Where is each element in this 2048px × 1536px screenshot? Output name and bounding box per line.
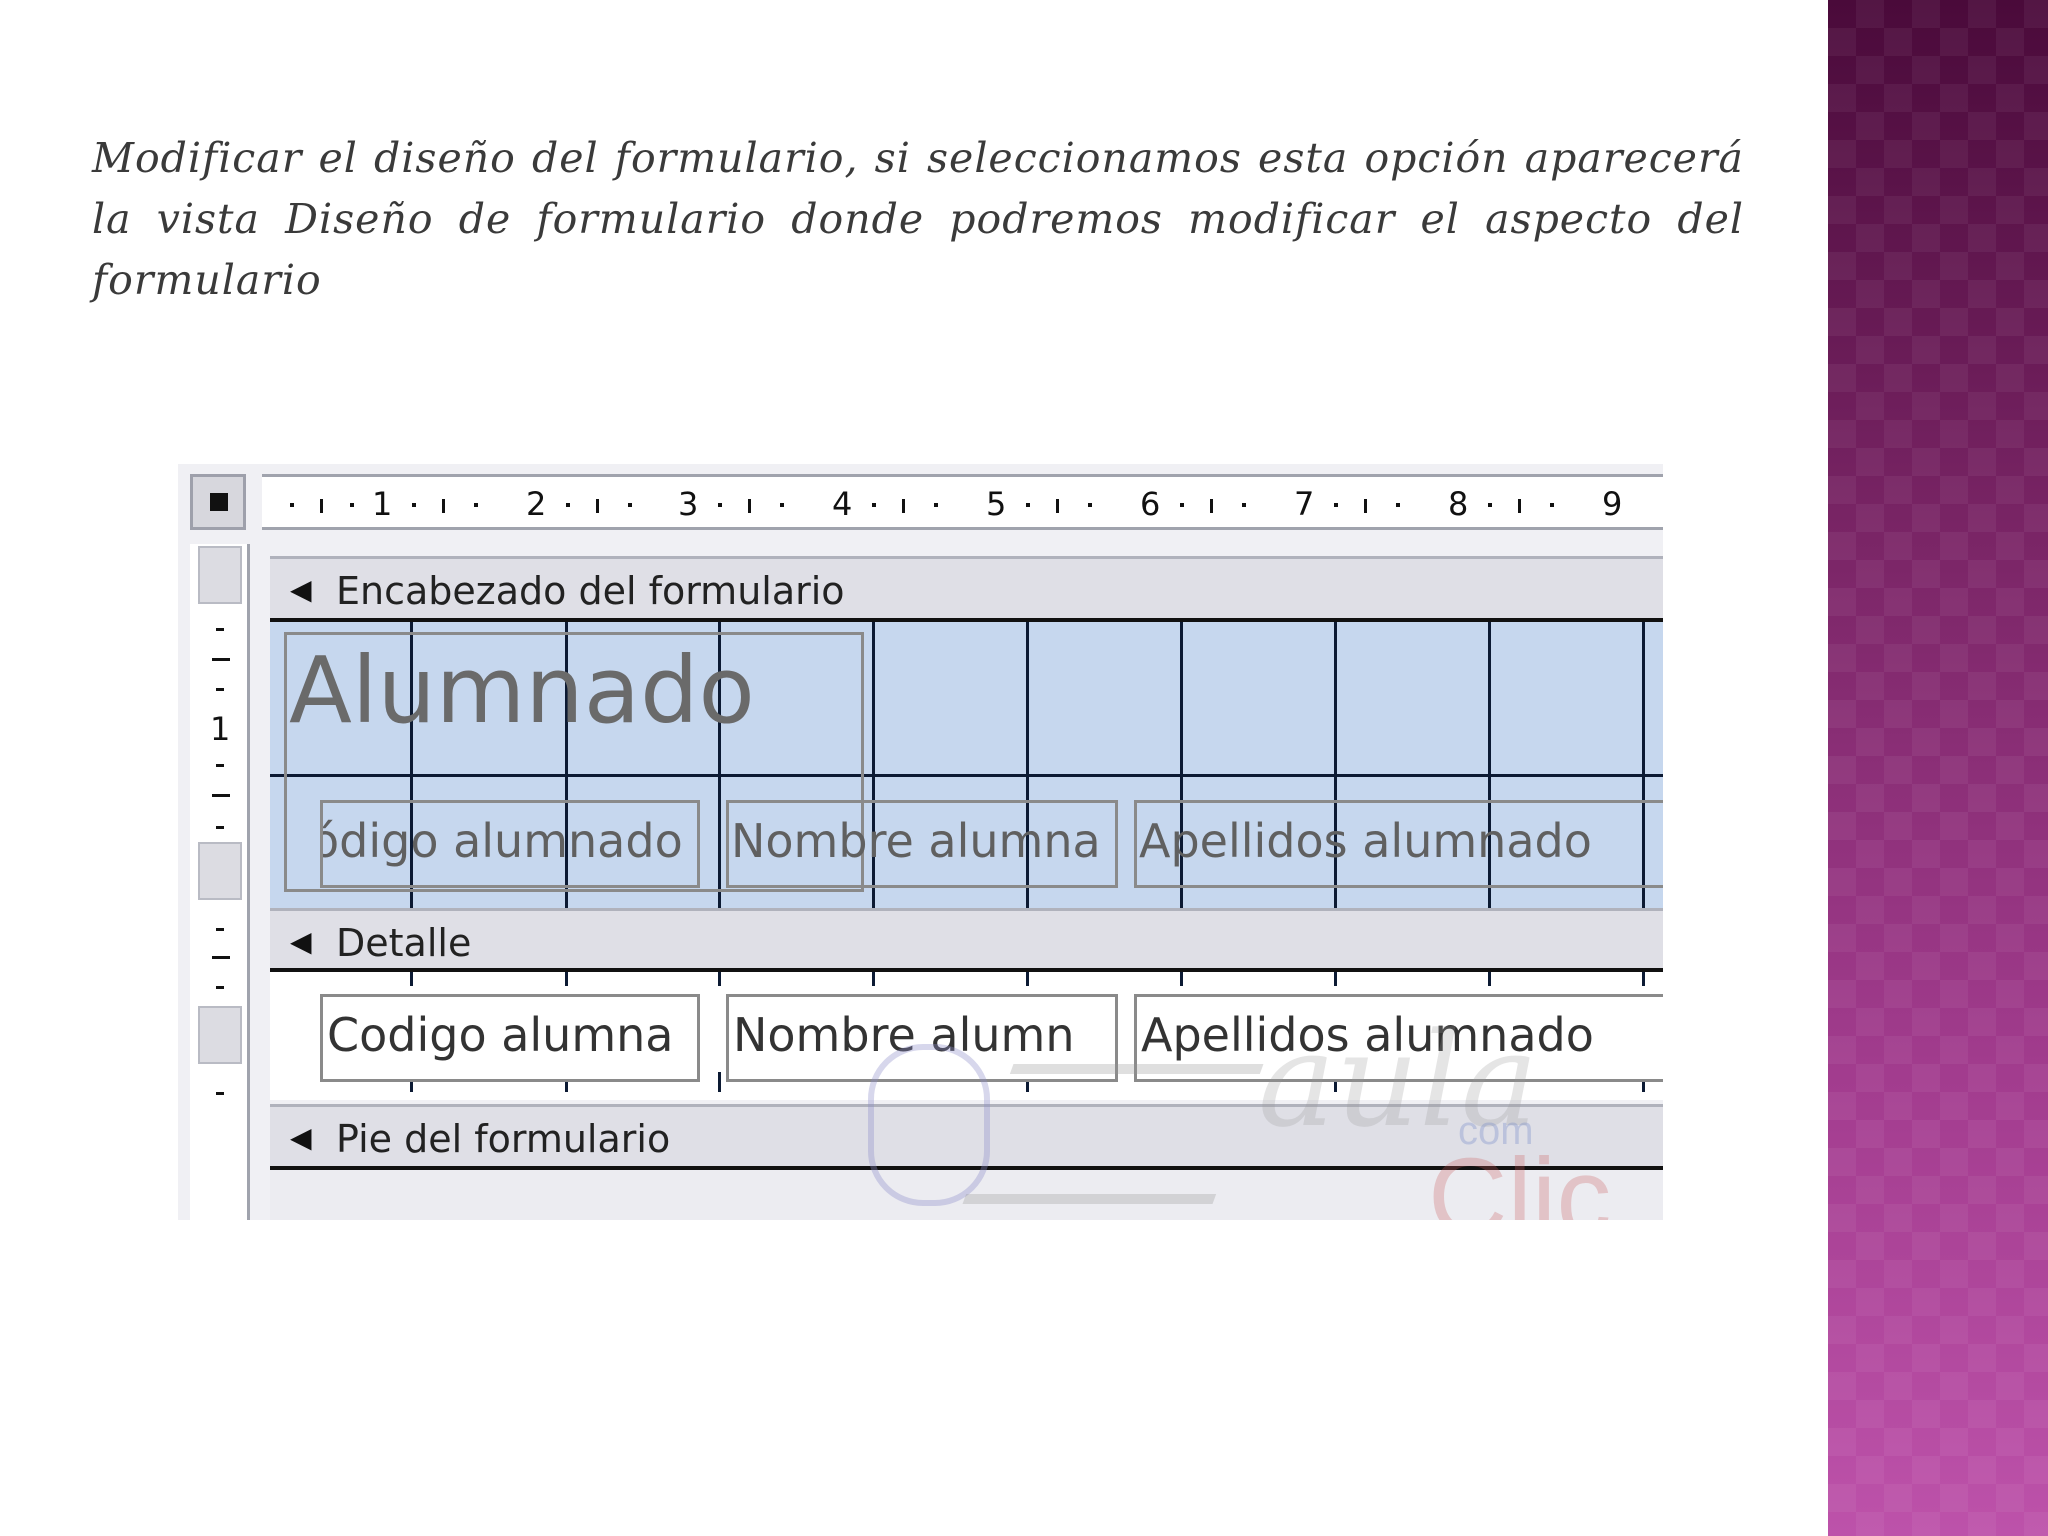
ruler-tick [320,499,323,513]
ruler-dot [412,503,416,507]
label-nombre-alumnado[interactable]: Nombre alumna [726,800,1118,888]
ruler-number: 3 [678,485,699,523]
grid-line [718,1072,721,1092]
ruler-dot [1242,503,1246,507]
grid-line [1488,972,1491,986]
grid-line [1334,972,1337,986]
ruler-tick [902,499,905,513]
ruler-dot [474,503,478,507]
ruler-number: 8 [1448,485,1469,523]
vruler-tick [216,628,224,631]
detail-grid-area[interactable]: Codigo alumna Nombre alumn Apellidos alu… [270,972,1663,1100]
vruler-tick [216,688,224,691]
grid-line [1026,972,1029,986]
ruler-dot [1488,503,1492,507]
grid-line [565,972,568,986]
field-codigo-alumnado[interactable]: Codigo alumna [320,994,700,1082]
ruler-number: 7 [1294,485,1315,523]
ruler-dot [1088,503,1092,507]
ruler-number: 4 [832,485,853,523]
ruler-number: 2 [526,485,547,523]
section-arrow-icon: ◀ [290,1121,312,1154]
grid-line [1180,972,1183,986]
ruler-tick [442,499,445,513]
vruler-tick [216,928,224,931]
ruler-tick [596,499,599,513]
ruler-dot [566,503,570,507]
section-arrow-icon: ◀ [290,925,312,958]
section-arrow-icon: ◀ [290,573,312,606]
vruler-tick [212,794,230,797]
ruler-dot [934,503,938,507]
section-selector-footer[interactable] [198,1006,242,1064]
ruler-number: 6 [1140,485,1161,523]
ruler-dot [1334,503,1338,507]
horizontal-ruler[interactable]: 1 2 3 4 5 6 7 8 9 [262,474,1663,530]
grid-line [1642,972,1645,986]
ruler-number: 9 [1602,485,1623,523]
ruler-dot [1550,503,1554,507]
vruler-tick [216,1092,224,1095]
vruler-number: 1 [210,710,231,748]
vruler-tick [216,986,224,989]
ruler-tick [748,499,751,513]
section-selector-detail[interactable] [198,842,242,900]
section-bar-detail[interactable]: ◀ Detalle [270,908,1663,970]
ruler-tick [1056,499,1059,513]
ruler-dot [350,503,354,507]
ruler-dot [872,503,876,507]
ruler-dot [290,503,294,507]
section-bar-footer[interactable]: ◀ Pie del formulario [270,1104,1663,1166]
field-nombre-alumnado[interactable]: Nombre alumn [726,994,1118,1082]
footer-grid-area[interactable] [270,1170,1663,1220]
ruler-tick [1518,499,1521,513]
ruler-dot [780,503,784,507]
vruler-tick [212,956,230,959]
form-design-view: 1 2 3 4 5 6 7 8 9 1 ◀ Encabezado del for… [178,464,1663,1220]
label-codigo-alumnado[interactable]: ódigo alumnado [320,800,700,888]
ruler-dot [1396,503,1400,507]
ruler-dot [718,503,722,507]
ruler-tick [1364,499,1367,513]
ruler-tick [1210,499,1213,513]
form-selector-square-icon [210,493,228,511]
label-apellidos-alumnado[interactable]: Apellidos alumnado [1134,800,1663,888]
ruler-number: 1 [372,485,393,523]
section-bar-header[interactable]: ◀ Encabezado del formulario [270,556,1663,618]
ruler-dot [628,503,632,507]
grid-line [410,972,413,986]
field-apellidos-alumnado[interactable]: Apellidos alumnado [1134,994,1663,1082]
section-selector-header[interactable] [198,546,242,604]
grid-line [718,972,721,986]
header-grid-area[interactable]: Alumnado ódigo alumnado Nombre alumna Ap… [270,622,1663,916]
ruler-number: 5 [986,485,1007,523]
section-label-detail: Detalle [336,921,472,965]
ruler-dot [1180,503,1184,507]
slide-description: Modificar el diseño del formulario, si s… [92,134,1744,304]
vertical-ruler[interactable]: 1 [190,544,250,1220]
section-label-header: Encabezado del formulario [336,569,845,613]
form-selector[interactable] [190,474,246,530]
ruler-dot [1026,503,1030,507]
section-label-footer: Pie del formulario [336,1117,671,1161]
grid-line [872,972,875,986]
vruler-tick [212,658,230,661]
vruler-tick [216,826,224,829]
decorative-side-band [1828,0,2048,1536]
vruler-tick [216,764,224,767]
